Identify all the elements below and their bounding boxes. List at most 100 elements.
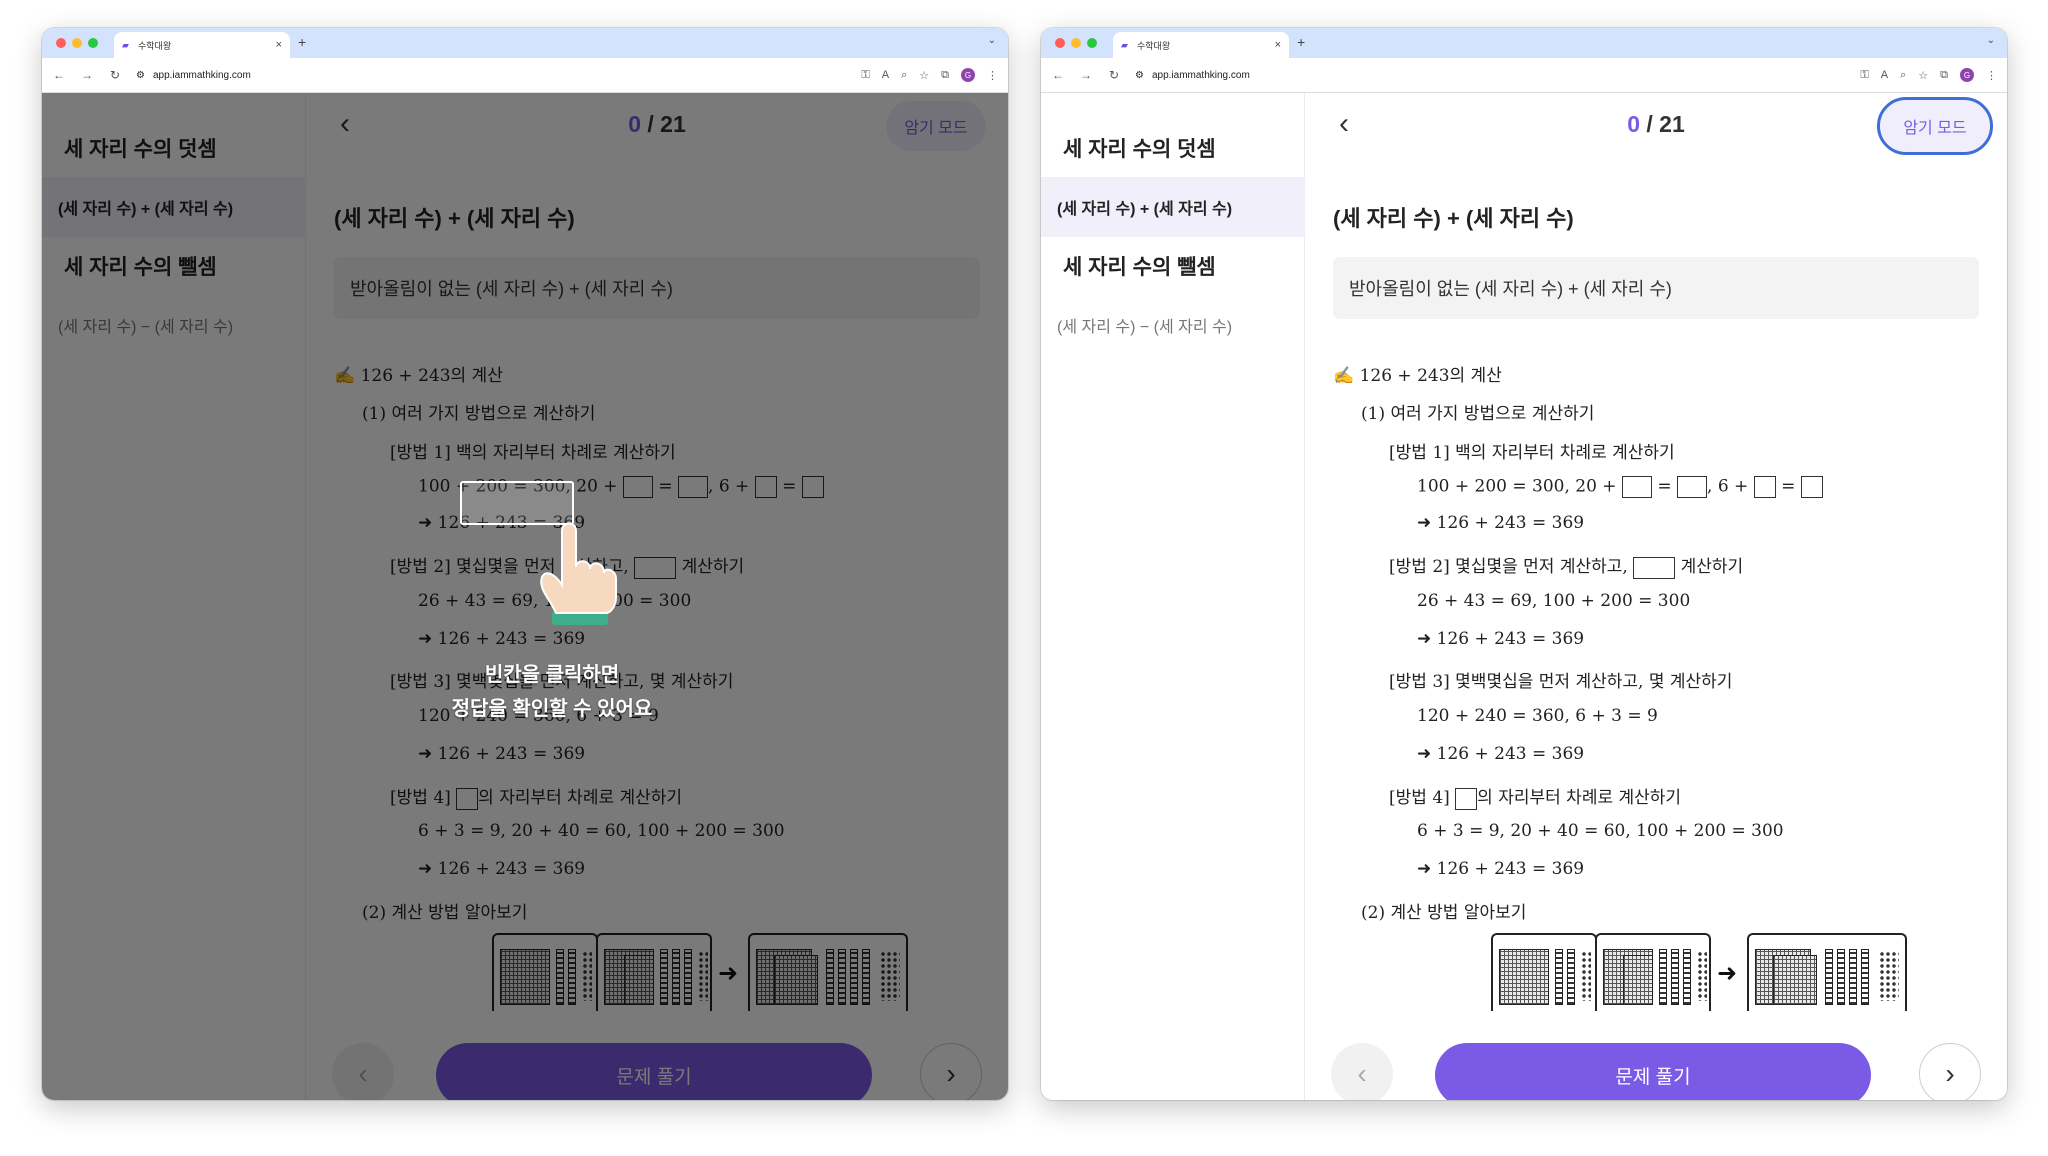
minimize-window-button[interactable]: [72, 38, 82, 48]
tab-search-icon[interactable]: ⌄: [1987, 35, 1995, 46]
pointing-hand-icon: [540, 522, 617, 625]
tab-strip: ▰ 수학대왕 × + ⌄: [42, 28, 1008, 58]
tab-title: 수학대왕: [138, 40, 172, 51]
zoom-icon[interactable]: ⌕: [1900, 69, 1906, 82]
ones-units: [1581, 951, 1591, 1001]
site-info-icon[interactable]: ⚙: [1135, 70, 1144, 81]
minimize-window-button[interactable]: [1071, 38, 1081, 48]
next-problem-button[interactable]: ›: [1919, 1043, 1981, 1100]
close-window-button[interactable]: [1055, 38, 1065, 48]
answer-blank[interactable]: [1800, 476, 1823, 498]
forward-arrow-icon[interactable]: →: [1079, 68, 1093, 82]
tab-close-icon[interactable]: ×: [1275, 39, 1281, 51]
equation-text: , 6 +: [1707, 476, 1754, 497]
site-info-icon[interactable]: ⚙: [136, 70, 145, 81]
browser-tab[interactable]: ▰ 수학대왕 ×: [1113, 32, 1289, 58]
counter-current: 0: [1627, 111, 1641, 137]
answer-blank[interactable]: [1621, 476, 1652, 498]
browser-tab[interactable]: ▰ 수학대왕 ×: [114, 32, 290, 58]
sidebar-item-label: (세 자리 수) + (세 자리 수): [1057, 201, 1233, 218]
tens-rod: [1555, 949, 1563, 1005]
problem-line: 100 + 200 = 300, 20 + = , 6 + =: [1417, 476, 1823, 498]
window-controls: [1055, 38, 1097, 48]
sidebar-item-addition[interactable]: (세 자리 수) + (세 자리 수): [1041, 177, 1305, 237]
counter-total: / 21: [1640, 111, 1685, 137]
sidebar-item-label: (세 자리 수) − (세 자리 수): [1057, 319, 1233, 336]
answer-blank[interactable]: [1753, 476, 1776, 498]
maximize-window-button[interactable]: [88, 38, 98, 48]
memorize-mode-button[interactable]: 암기 모드: [1877, 97, 1993, 155]
problem-subtitle-box: 받아올림이 없는 (세 자리 수) + (세 자리 수): [1333, 257, 1979, 319]
previous-problem-button[interactable]: ‹: [1331, 1043, 1393, 1100]
browser-menu-icon[interactable]: ⋮: [987, 69, 998, 82]
problem-line: 120 + 240 = 360, 6 + 3 = 9: [1417, 706, 1658, 726]
url-text: app.iammathking.com: [1151, 69, 1250, 81]
answer-blank[interactable]: [1455, 787, 1478, 810]
result-text: 126 + 243 = 369: [1436, 513, 1585, 533]
problem-line: ➜ 126 + 243 = 369: [1417, 744, 1584, 764]
password-key-icon[interactable]: ⚿: [1860, 69, 1868, 82]
reload-icon[interactable]: ↻: [108, 68, 122, 82]
ones-units: [1697, 951, 1707, 1001]
maximize-window-button[interactable]: [1087, 38, 1097, 48]
bookmark-star-icon[interactable]: ☆: [919, 69, 929, 82]
extensions-icon[interactable]: ⧉: [941, 69, 949, 82]
tab-search-icon[interactable]: ⌄: [988, 35, 996, 46]
method-text: 의 자리부터 차례로 계산하기: [1477, 788, 1682, 808]
sidebar-item-subtraction[interactable]: (세 자리 수) − (세 자리 수): [1041, 295, 1305, 355]
profile-avatar[interactable]: G: [961, 68, 975, 82]
browser-menu-icon[interactable]: ⋮: [1986, 69, 1997, 82]
address-bar[interactable]: ⚙ app.iammathking.com: [136, 70, 847, 81]
arrow-icon: ➜: [1417, 513, 1432, 533]
zoom-icon[interactable]: ⌕: [901, 69, 907, 82]
forward-arrow-icon[interactable]: →: [80, 68, 94, 82]
arrow-icon: ➜: [1417, 629, 1432, 649]
reload-icon[interactable]: ↻: [1107, 68, 1121, 82]
password-key-icon[interactable]: ⚿: [861, 69, 869, 82]
problem-line: [방법 3] 몇백몇십을 먼저 계산하고, 몇 계산하기: [1389, 672, 1733, 692]
url-text: app.iammathking.com: [152, 69, 251, 81]
extensions-icon[interactable]: ⧉: [1940, 69, 1948, 82]
tens-rod: [1683, 949, 1691, 1005]
tens-rod: [1671, 949, 1679, 1005]
address-bar[interactable]: ⚙ app.iammathking.com: [1135, 70, 1846, 81]
new-tab-button[interactable]: +: [298, 34, 306, 50]
solve-problem-button[interactable]: 문제 풀기: [1435, 1043, 1871, 1100]
problem-title: (세 자리 수) + (세 자리 수): [1333, 206, 1574, 231]
problem-line: ➜ 126 + 243 = 369: [1417, 513, 1584, 533]
problem-area: ‹ 0 / 21 암기 모드 (세 자리 수) + (세 자리 수) 받아올림이…: [1305, 93, 2007, 1100]
hundreds-block: [1499, 949, 1549, 1005]
translate-icon[interactable]: A: [882, 69, 889, 81]
browser-window-right: ▰ 수학대왕 × + ⌄ ← → ↻ ⚙ app.iammathking.com…: [1041, 28, 2007, 1100]
tens-rod: [1861, 949, 1869, 1005]
problem-line: [방법 4] 의 자리부터 차례로 계산하기: [1389, 783, 1681, 810]
tab-title: 수학대왕: [1137, 40, 1171, 51]
problem-line: ➜ 126 + 243 = 369: [1417, 859, 1584, 879]
profile-avatar[interactable]: G: [1960, 68, 1974, 82]
back-arrow-icon[interactable]: ←: [52, 68, 66, 82]
back-arrow-icon[interactable]: ←: [1051, 68, 1065, 82]
new-tab-button[interactable]: +: [1297, 34, 1305, 50]
hundreds-block: [1773, 955, 1817, 1005]
bookmark-star-icon[interactable]: ☆: [1918, 69, 1928, 82]
browser-toolbar: ← → ↻ ⚙ app.iammathking.com ⚿ A ⌕ ☆ ⧉ G …: [1041, 58, 2007, 93]
problem-line: [방법 1] 백의 자리부터 차례로 계산하기: [1389, 443, 1675, 463]
answer-blank[interactable]: [1677, 476, 1708, 498]
tens-rod: [1567, 949, 1575, 1005]
translate-icon[interactable]: A: [1881, 69, 1888, 81]
tens-rod: [1825, 949, 1833, 1005]
answer-blank[interactable]: [1633, 556, 1676, 579]
block-group-126: [1491, 933, 1597, 1011]
tab-close-icon[interactable]: ×: [276, 39, 282, 51]
problem-line: (1) 여러 가지 방법으로 계산하기: [1361, 404, 1595, 424]
problem-line: ➜ 126 + 243 = 369: [1417, 629, 1584, 649]
hundreds-block: [1623, 955, 1653, 1005]
problem-line: 6 + 3 = 9, 20 + 40 = 60, 100 + 200 = 300: [1417, 821, 1784, 841]
problem-subtitle: 받아올림이 없는 (세 자리 수) + (세 자리 수): [1349, 279, 1672, 299]
browser-toolbar: ← → ↻ ⚙ app.iammathking.com ⚿ A ⌕ ☆ ⧉ G …: [42, 58, 1008, 93]
close-window-button[interactable]: [56, 38, 66, 48]
block-group-369: [1747, 933, 1907, 1011]
ones-units: [1879, 951, 1899, 1001]
arrow-icon: ➜: [1417, 859, 1432, 879]
result-text: 126 + 243 = 369: [1436, 629, 1585, 649]
